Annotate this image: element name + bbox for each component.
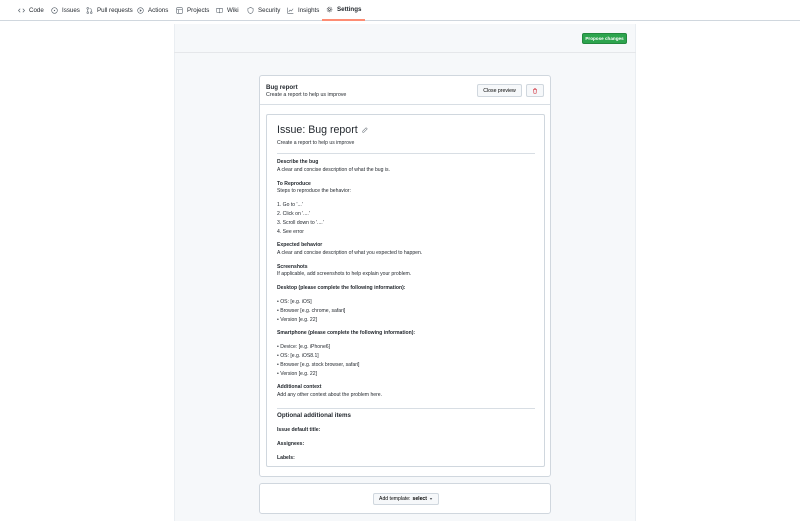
preview-subtitle: Create a report to help us improve [277,140,355,146]
list-item: • Version [e.g. 22] [277,317,318,323]
list-item: • Device: [e.g. iPhone6] [277,344,331,350]
template-card-header: Bug report Create a report to help us im… [260,76,550,105]
tab-code[interactable]: Code [18,0,44,21]
caret-down-icon [429,497,433,501]
tab-pull-requests[interactable]: Pull requests [86,0,133,21]
pencil-icon[interactable] [362,127,368,133]
reproduce-text: Steps to reproduce the behavior: [277,188,351,194]
close-preview-button[interactable]: Close preview [477,84,522,97]
template-card: Bug report Create a report to help us im… [259,75,551,477]
code-icon [18,7,25,14]
play-icon [137,7,144,14]
tab-label: Settings [337,6,362,13]
table-icon [176,7,183,14]
issue-icon [51,7,58,14]
describe-heading: Describe the bug [277,159,319,165]
template-name: Bug report [266,84,298,91]
trash-icon [532,87,538,94]
tab-label: Actions [148,7,169,14]
list-item: 3. Scroll down to '....' [277,220,324,226]
template-about: Create a report to help us improve [266,92,347,98]
screenshots-text: If applicable, add screenshots to help e… [277,271,412,277]
smartphone-heading: Smartphone (please complete the followin… [277,330,416,336]
list-item: • OS: [e.g. iOS] [277,299,312,305]
tab-projects[interactable]: Projects [176,0,209,21]
tab-label: Code [29,7,44,14]
add-template-label: Add template: [379,496,411,502]
tab-label: Issues [62,7,80,14]
tab-settings[interactable]: Settings [322,0,366,21]
tab-issues[interactable]: Issues [51,0,80,21]
tab-label: Pull requests [97,7,133,14]
context-heading: Additional context [277,384,322,390]
list-item: • OS: [e.g. iOS8.1] [277,353,319,359]
list-item: 2. Click on '....' [277,211,310,217]
describe-text: A clear and concise description of what … [277,167,390,173]
list-item: • Browser [e.g. stock browser, safari] [277,362,360,368]
divider [277,408,535,409]
pull-request-icon [86,7,93,14]
expected-text: A clear and concise description of what … [277,250,423,256]
tab-label: Projects [187,7,210,14]
repo-nav: Code Issues Pull requests Actions Projec… [0,0,800,21]
shield-icon [247,7,254,14]
screenshots-heading: Screenshots [277,264,308,270]
labels-label: Labels: [277,455,295,461]
tab-label: Security [258,7,281,14]
tab-insights[interactable]: Insights [287,0,319,21]
delete-template-button[interactable] [526,84,544,97]
graph-icon [287,7,294,14]
tab-security[interactable]: Security [247,0,280,21]
preview-title-text: Issue: Bug report [277,124,358,136]
optional-items-title: Optional additional items [277,412,351,419]
tab-actions[interactable]: Actions [137,0,168,21]
add-template-box: Add template: select [259,483,551,514]
gear-icon [326,6,333,13]
preview-title: Issue: Bug report [277,124,368,136]
reproduce-heading: To Reproduce [277,181,311,187]
list-item: 1. Go to '...' [277,202,303,208]
tab-wiki[interactable]: Wiki [216,0,239,21]
propose-changes-button[interactable]: Propose changes [582,33,627,44]
add-template-dropdown[interactable]: Add template: select [373,493,439,505]
divider [277,153,535,154]
default-title-label: Issue default title: [277,427,321,433]
add-template-value: select [412,496,427,502]
tab-label: Insights [298,7,320,14]
expected-heading: Expected behavior [277,242,323,248]
list-item: 4. See error [277,229,304,235]
tab-label: Wiki [227,7,239,14]
book-icon [216,7,223,14]
assignees-label: Assignees: [277,441,305,447]
desktop-heading: Desktop (please complete the following i… [277,285,406,291]
list-item: • Version [e.g. 22] [277,371,318,377]
divider [174,52,636,53]
context-text: Add any other context about the problem … [277,392,383,398]
list-item: • Browser [e.g. chrome, safari] [277,308,346,314]
template-preview: Issue: Bug report Create a report to hel… [266,114,545,467]
